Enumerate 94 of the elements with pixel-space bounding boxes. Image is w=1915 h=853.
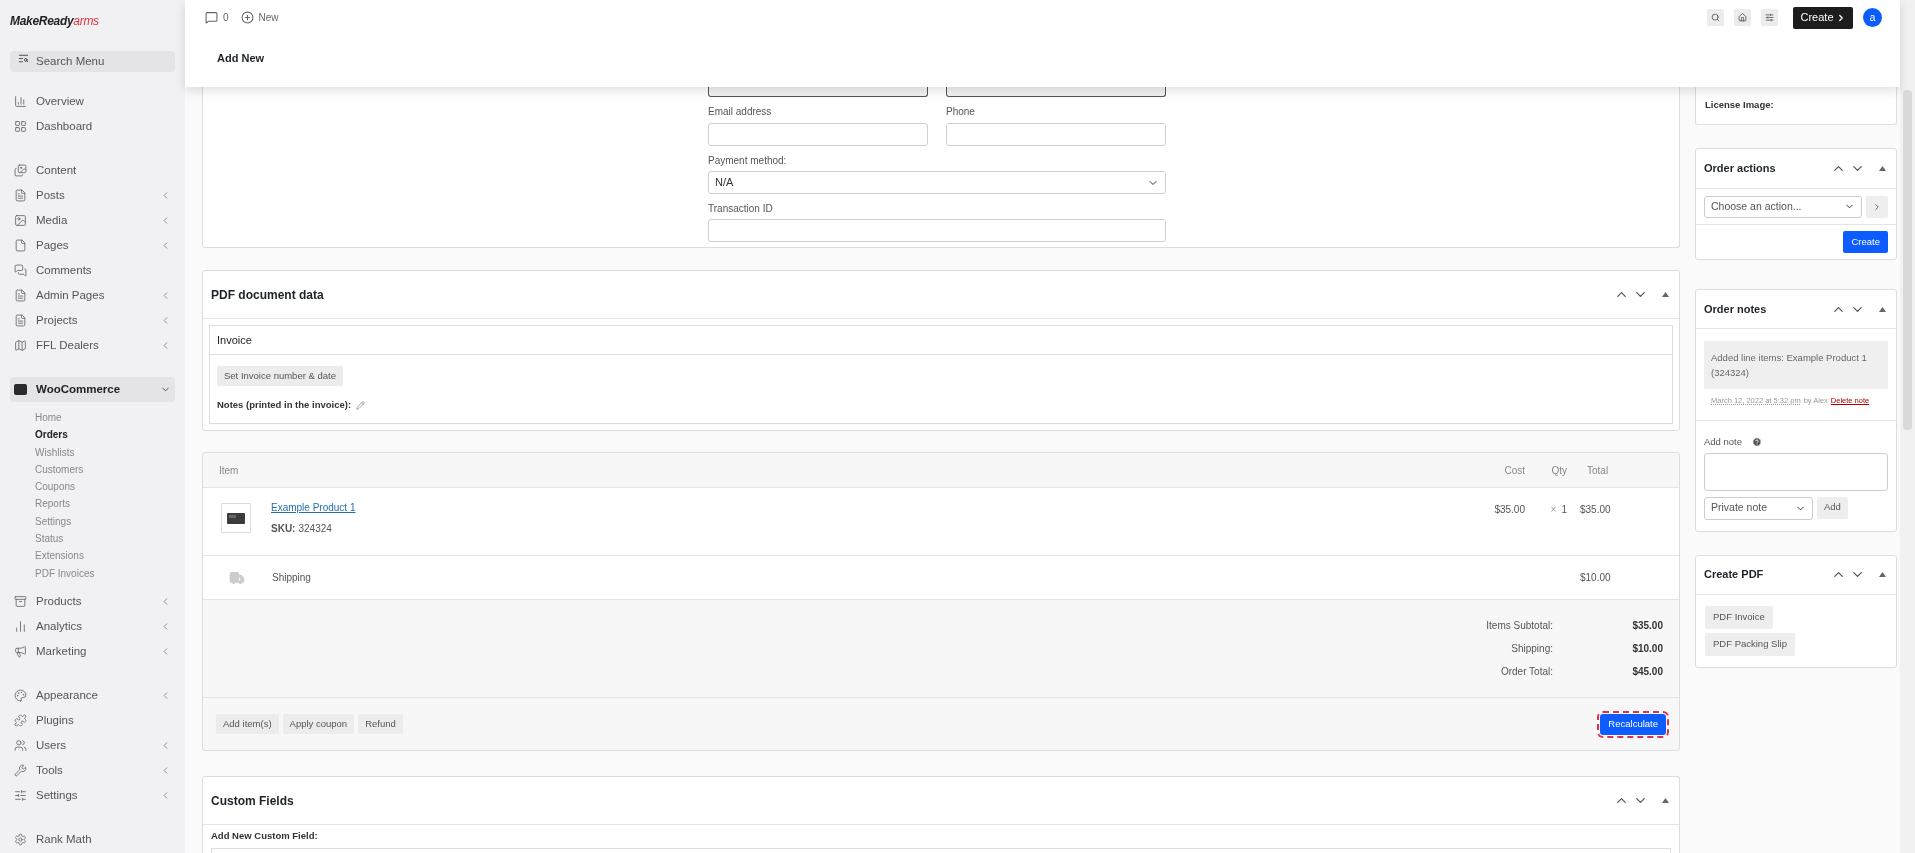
order-action-button[interactable]: Refund: [358, 714, 403, 735]
new-link[interactable]: New: [258, 10, 279, 25]
note-type-select[interactable]: Private note: [1704, 496, 1813, 520]
field-label: Add New Custom Field:: [211, 829, 319, 844]
create-button[interactable]: Create: [1793, 6, 1853, 29]
sidebar-item[interactable]: Projects: [10, 308, 175, 333]
recalculate-button[interactable]: Recalculate: [1600, 713, 1666, 735]
sku-value: 324324: [298, 522, 332, 537]
sidebar-item[interactable]: FFL Dealers: [10, 333, 175, 358]
item-label: Pages: [36, 237, 70, 253]
sidebar-item[interactable]: WooCommerce: [10, 377, 175, 402]
set-invoice-button[interactable]: Set Invoice number & date: [217, 366, 343, 387]
total-value: $45.00: [1631, 665, 1663, 680]
sidebar-item[interactable]: Comments: [10, 258, 175, 283]
sidebar-item[interactable]: Media: [10, 208, 175, 233]
item-label: Rank Math: [36, 831, 93, 847]
sidebar-item[interactable]: Settings: [10, 782, 175, 808]
total-label: Order Total:: [1500, 665, 1553, 680]
sidebar-item[interactable]: Rank Math: [10, 826, 175, 852]
item-label: Products: [36, 593, 83, 609]
sidebar-item[interactable]: Dashboard: [10, 114, 175, 139]
sidebar-item[interactable]: Admin Pages: [10, 283, 175, 308]
total-cell-text: $35.00: [1579, 503, 1612, 518]
item-label: Marketing: [36, 643, 88, 659]
item-label: Projects: [36, 312, 79, 328]
item-label: Comments: [36, 262, 93, 278]
product-link[interactable]: Example Product 1: [271, 500, 356, 516]
total-value: $10.00: [1631, 642, 1663, 657]
sku-label: SKU:: [271, 522, 296, 537]
action-select[interactable]: Choose an action...: [1704, 195, 1862, 218]
item-label: Admin Pages: [36, 287, 106, 303]
card-title: Order notes: [1704, 301, 1767, 317]
shipping-total: $10.00: [1579, 571, 1612, 586]
payment-method-select[interactable]: N/A: [708, 171, 1166, 194]
item-label: WooCommerce: [36, 381, 122, 397]
item-label: Appearance: [36, 687, 100, 703]
page-title: Add New: [217, 50, 265, 66]
create-button[interactable]: Create: [1843, 231, 1888, 253]
sidebar-item[interactable]: Overview: [10, 89, 175, 114]
total-label: Items Subtotal:: [1486, 619, 1553, 634]
field-label: Transaction ID: [708, 202, 774, 216]
item-label: FFL Dealers: [36, 337, 100, 353]
card-title: Custom Fields: [211, 792, 294, 810]
field-label: Phone: [946, 105, 976, 119]
card-title: Create PDF: [1704, 567, 1764, 583]
notes-label: Notes (printed in the invoice):: [217, 398, 352, 413]
times-sign: ×: [1550, 503, 1557, 518]
submenu-item[interactable]: Orders: [35, 426, 185, 444]
column-header: Total: [1586, 463, 1610, 478]
sidebar-item[interactable]: Tools: [10, 757, 175, 783]
license-label: License Image:: [1705, 98, 1774, 113]
user-avatar[interactable]: a: [1863, 8, 1882, 27]
card-title: PDF document data: [211, 286, 324, 304]
sidebar-item[interactable]: Products: [10, 588, 175, 614]
add-note-button[interactable]: Add: [1817, 496, 1848, 519]
sidebar-item[interactable]: Users: [10, 732, 175, 758]
field-label: Payment method:: [708, 154, 788, 168]
sidebar-item[interactable]: Plugins: [10, 707, 175, 733]
sidebar-item[interactable]: Pages: [10, 233, 175, 258]
note-text: Added line items: Example Product 1 (324324): [1711, 352, 1867, 378]
sidebar-item[interactable]: Content: [10, 158, 175, 183]
item-label: Media: [36, 212, 69, 228]
item-label: Settings: [36, 787, 79, 803]
sidebar-item[interactable]: Posts: [10, 183, 175, 208]
field-label: Email address: [708, 105, 773, 119]
cost-cell-text: $35.00: [1493, 503, 1525, 518]
pdf-button[interactable]: PDF Invoice: [1705, 605, 1773, 629]
add-note-label: Add note: [1704, 435, 1743, 450]
column-header: Qty: [1550, 463, 1567, 478]
order-action-button[interactable]: Add item(s): [216, 714, 279, 735]
item-label: Content: [36, 162, 78, 178]
item-label: Tools: [36, 762, 64, 778]
item-label: Posts: [36, 187, 66, 203]
item-label: Plugins: [36, 712, 75, 728]
column-header: Cost: [1503, 463, 1525, 478]
brand-logo[interactable]: MakeReadyarms: [10, 12, 99, 30]
item-label: Dashboard: [36, 118, 94, 134]
sidebar-item[interactable]: Marketing: [10, 638, 175, 664]
shipping-label: Shipping: [272, 571, 312, 586]
qty-cell-text: 1: [1561, 503, 1567, 518]
pdf-button[interactable]: PDF Packing Slip: [1705, 632, 1795, 656]
item-label: Users: [36, 737, 68, 753]
total-value: $35.00: [1631, 619, 1663, 634]
card-title: Order actions: [1704, 161, 1776, 177]
section-title: Invoice: [217, 332, 252, 348]
sidebar-item[interactable]: Analytics: [10, 613, 175, 639]
column-header: Item: [219, 463, 240, 478]
sidebar-item[interactable]: Appearance: [10, 682, 175, 708]
search-menu-field[interactable]: Search Menu: [10, 50, 175, 72]
comment-count: 0: [223, 11, 229, 25]
item-label: Analytics: [36, 618, 84, 634]
order-action-button[interactable]: Apply coupon: [282, 714, 355, 735]
item-label: Overview: [36, 93, 85, 109]
total-label: Shipping:: [1511, 642, 1553, 657]
